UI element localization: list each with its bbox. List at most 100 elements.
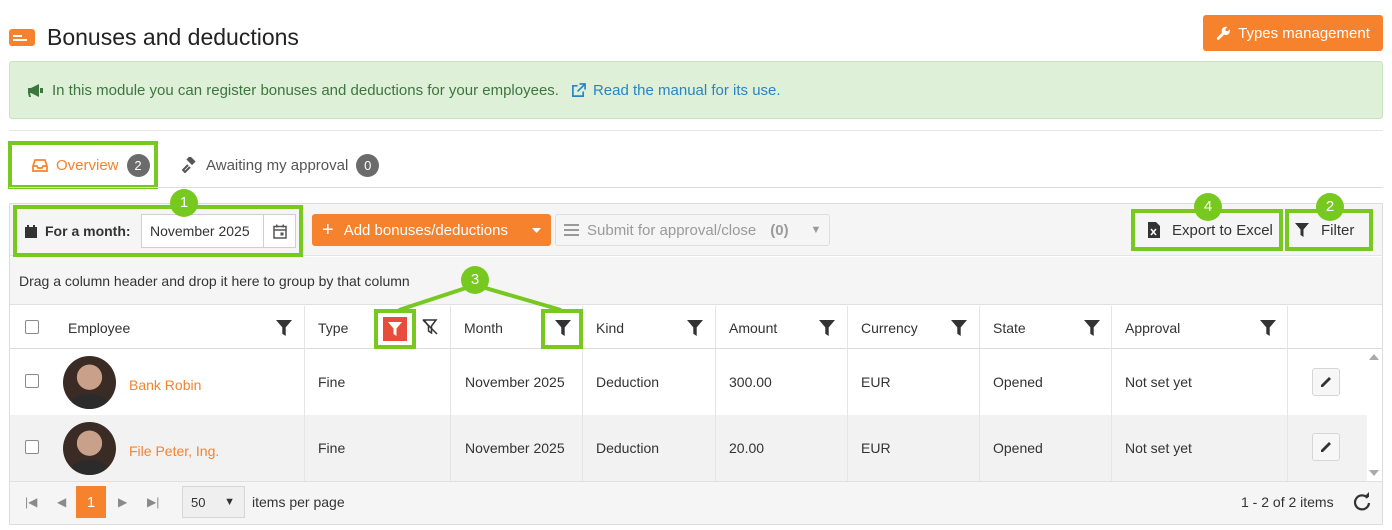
tab-overview-count: 2 <box>126 153 150 177</box>
avatar <box>63 356 116 409</box>
employee-link[interactable]: File Peter, Ing. <box>129 443 219 459</box>
month-input[interactable]: November 2025 <box>141 214 296 248</box>
kind-cell: Deduction <box>596 374 660 390</box>
approval-cell: Not set yet <box>1125 374 1192 390</box>
add-bonuses-button[interactable]: + Add bonuses/deductions <box>312 214 551 246</box>
edit-button[interactable] <box>1312 433 1340 461</box>
column-title: State <box>993 319 1026 336</box>
highlight-box <box>541 309 583 349</box>
row-checkbox[interactable] <box>25 440 39 454</box>
column-header-amount[interactable]: Amount <box>716 306 848 349</box>
edit-button[interactable] <box>1312 368 1340 396</box>
caret-down-icon: ▼ <box>810 224 822 236</box>
column-header-kind[interactable]: Kind <box>583 306 716 349</box>
tab-awaiting-approval-count: 0 <box>356 153 380 177</box>
column-header-state[interactable]: State <box>980 306 1112 349</box>
megaphone-icon <box>28 83 43 97</box>
page-size-select[interactable]: 50 ▼ <box>182 486 245 518</box>
scroll-down-icon[interactable] <box>1369 468 1379 478</box>
month-cell: November 2025 <box>465 440 565 456</box>
highlight-box <box>374 309 416 349</box>
column-header-currency[interactable]: Currency <box>848 306 980 349</box>
callout-2: 2 <box>1316 193 1344 221</box>
calendar-icon <box>272 224 287 239</box>
state-cell: Opened <box>993 440 1043 456</box>
wrench-icon <box>1216 26 1231 40</box>
inbox-icon <box>32 158 48 172</box>
column-title: Month <box>464 319 503 336</box>
list-icon <box>564 224 579 236</box>
first-page-icon[interactable]: |◀ <box>25 495 37 509</box>
refresh-icon[interactable] <box>1352 492 1372 512</box>
prev-page-icon[interactable]: ◀ <box>57 495 66 509</box>
page-title: Bonuses and deductions <box>47 24 299 50</box>
column-title: Approval <box>1125 319 1181 336</box>
column-divider <box>1287 306 1288 481</box>
divider <box>9 130 1383 131</box>
types-management-label: Types management <box>1238 24 1370 42</box>
add-bonuses-label: Add bonuses/deductions <box>343 221 508 239</box>
export-excel-label: Export to Excel <box>1172 221 1273 239</box>
tab-awaiting-approval[interactable]: Awaiting my approval 0 <box>182 141 380 189</box>
manual-link-label: Read the manual for its use. <box>592 81 781 99</box>
currency-cell: EUR <box>861 440 891 456</box>
filter-icon[interactable] <box>687 320 703 336</box>
amount-cell: 20.00 <box>729 440 765 456</box>
clear-filter-icon[interactable] <box>422 319 438 335</box>
tab-awaiting-approval-label: Awaiting my approval <box>206 156 349 174</box>
column-divider <box>715 306 716 481</box>
filter-icon[interactable] <box>276 320 292 336</box>
group-by-hint[interactable]: Drag a column header and drop it here to… <box>10 257 1382 305</box>
filter-icon[interactable] <box>1260 320 1276 336</box>
gavel-icon <box>182 157 196 173</box>
amount-cell: 300.00 <box>729 374 772 390</box>
last-page-icon[interactable]: ▶| <box>147 495 159 509</box>
tab-overview[interactable]: Overview 2 <box>8 141 158 189</box>
currency-cell: EUR <box>861 374 891 390</box>
submit-for-approval-button[interactable]: Submit for approval/close (0) ▼ <box>555 214 830 246</box>
next-page-icon[interactable]: ▶ <box>118 495 127 509</box>
column-title: Employee <box>68 319 131 336</box>
excel-file-icon <box>1148 222 1160 238</box>
approval-cell: Not set yet <box>1125 440 1192 456</box>
pencil-icon <box>1321 377 1331 387</box>
calendar-picker-button[interactable] <box>263 215 295 247</box>
row-checkbox[interactable] <box>25 374 39 388</box>
filter-icon[interactable] <box>819 320 835 336</box>
filter-icon[interactable] <box>951 320 967 336</box>
submit-count: (0) <box>770 221 789 239</box>
page-current[interactable]: 1 <box>76 486 106 518</box>
column-divider <box>450 306 451 481</box>
page-size-value: 50 <box>191 494 206 510</box>
column-divider <box>979 306 980 481</box>
month-label: For a month: <box>45 223 131 239</box>
plus-icon: + <box>322 218 334 241</box>
type-cell: Fine <box>318 374 346 390</box>
filter-icon <box>1295 223 1309 237</box>
tabs-divider <box>9 187 1383 188</box>
column-title: Amount <box>729 319 778 336</box>
manual-link[interactable]: Read the manual for its use. <box>571 82 781 99</box>
types-management-button[interactable]: Types management <box>1203 15 1383 51</box>
employee-link[interactable]: Bank Robin <box>129 377 201 393</box>
caret-down-icon <box>531 227 541 233</box>
month-value: November 2025 <box>150 223 250 239</box>
scroll-up-icon[interactable] <box>1369 352 1379 362</box>
month-cell: November 2025 <box>465 374 565 390</box>
column-divider <box>304 306 305 481</box>
column-divider <box>1111 306 1112 481</box>
info-banner: In this module you can register bonuses … <box>9 61 1383 119</box>
callout-1: 1 <box>170 189 198 217</box>
kind-cell: Deduction <box>596 440 660 456</box>
column-title: Kind <box>596 319 625 336</box>
column-header-employee[interactable]: Employee <box>55 306 305 349</box>
filter-icon[interactable] <box>1084 320 1100 336</box>
state-cell: Opened <box>993 374 1043 390</box>
add-dropdown-caret[interactable] <box>521 214 551 246</box>
calendar-icon <box>25 224 37 238</box>
column-divider <box>847 306 848 481</box>
callout-3: 3 <box>461 266 489 294</box>
column-header-approval[interactable]: Approval <box>1112 306 1288 349</box>
select-all-checkbox[interactable] <box>25 320 39 334</box>
callout-4: 4 <box>1194 193 1222 221</box>
